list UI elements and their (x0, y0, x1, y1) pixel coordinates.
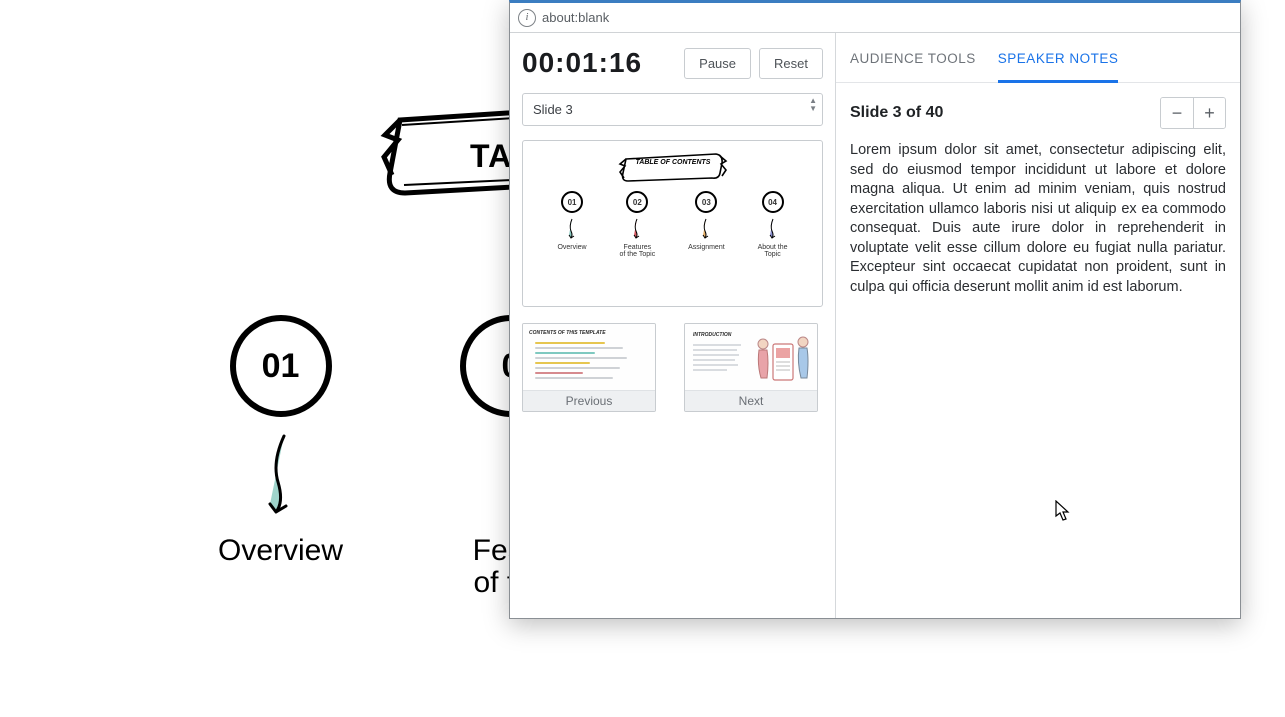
next-slide-thumb[interactable]: INTRODUCTION (684, 323, 818, 412)
address-bar: i about:blank (510, 3, 1240, 33)
next-caption: Next (685, 390, 817, 411)
tab-audience-tools[interactable]: AUDIENCE TOOLS (850, 51, 976, 82)
info-icon: i (518, 9, 536, 27)
presenter-view-window: i about:blank 00:01:16 Pause Reset Slide… (509, 0, 1241, 619)
prev-thumb-image: CONTENTS OF THIS TEMPLATE (523, 324, 655, 390)
mini-toc-item: 01 Overview (557, 191, 586, 258)
arrow-icon (218, 432, 343, 527)
url-text: about:blank (542, 10, 609, 25)
bg-toc-item-1: 01 Overview (218, 315, 343, 567)
slide-selector[interactable]: Slide 3 ▲▼ (522, 93, 823, 126)
current-slide-preview: TABLE OF CONTENTS 01 Overview 02 Feature… (522, 140, 823, 307)
previous-slide-thumb[interactable]: CONTENTS OF THIS TEMPLATE Previous (522, 323, 656, 412)
toc-number: 01 (262, 347, 300, 386)
next-thumb-image: INTRODUCTION (685, 324, 817, 390)
banner-text-partial: TA (470, 138, 512, 175)
notes-heading: Slide 3 of 40 (850, 104, 1152, 122)
zoom-in-button[interactable]: + (1193, 98, 1225, 128)
illustration-icon (751, 330, 813, 386)
mini-banner: TABLE OF CONTENTS (618, 149, 728, 188)
tab-speaker-notes[interactable]: SPEAKER NOTES (998, 51, 1119, 83)
left-pane: 00:01:16 Pause Reset Slide 3 ▲▼ (510, 33, 836, 618)
reset-button[interactable]: Reset (759, 48, 823, 79)
mini-toc-item: 04 About the Topic (758, 191, 788, 258)
mini-toc-item: 02 Features of the Topic (620, 191, 656, 258)
prev-caption: Previous (523, 390, 655, 411)
zoom-controls: − + (1160, 97, 1226, 129)
zoom-out-button[interactable]: − (1161, 98, 1193, 128)
right-pane: AUDIENCE TOOLS SPEAKER NOTES Slide 3 of … (836, 33, 1240, 618)
speaker-notes-body: Lorem ipsum dolor sit amet, consectetur … (836, 135, 1240, 312)
mini-toc-item: 03 Assignment (688, 191, 725, 258)
mini-banner-text: TABLE OF CONTENTS (618, 159, 728, 166)
elapsed-timer: 00:01:16 (522, 47, 642, 79)
toc-label: Overview (218, 535, 343, 567)
slide-selector-value: Slide 3 (522, 93, 823, 126)
toc-number-circle: 01 (230, 315, 332, 417)
stepper-icon[interactable]: ▲▼ (809, 97, 817, 113)
pause-button[interactable]: Pause (684, 48, 751, 79)
